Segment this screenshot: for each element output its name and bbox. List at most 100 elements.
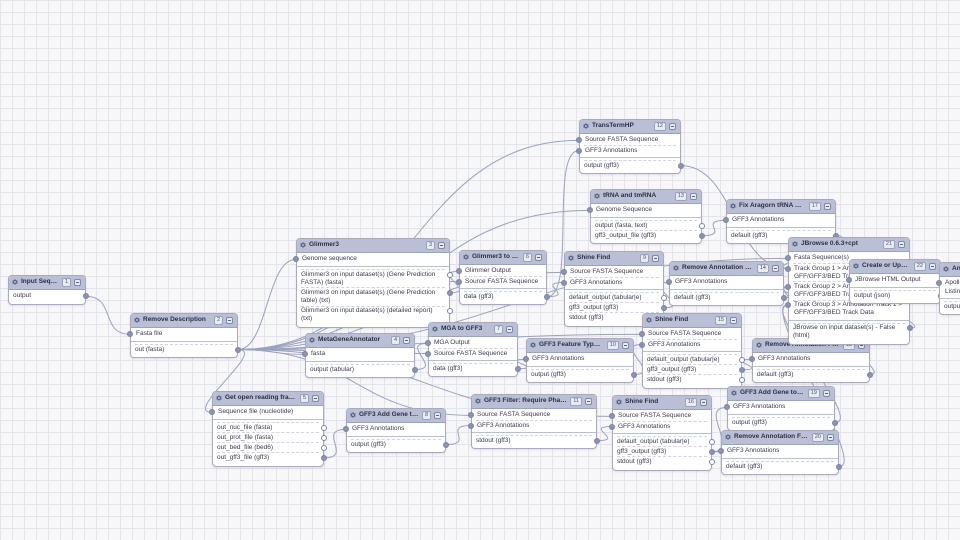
input-port[interactable] <box>209 409 215 415</box>
input-port[interactable] <box>785 302 791 308</box>
workflow-canvas[interactable]: Input Sequence1outputRemove Description2… <box>0 0 960 540</box>
node-header[interactable]: Shine Find15 <box>643 314 741 328</box>
workflow-node-shine_find_2[interactable]: Shine Find15Source FASTA SequenceGFF3 An… <box>642 313 742 389</box>
output-port[interactable] <box>321 435 327 441</box>
collapse-icon[interactable] <box>690 193 697 200</box>
connection[interactable] <box>324 429 346 458</box>
node-header[interactable]: Glimmer3 to GFF36 <box>460 251 546 265</box>
connection[interactable] <box>86 296 130 334</box>
output-port[interactable] <box>867 372 873 378</box>
output-port[interactable] <box>83 293 89 299</box>
input-port[interactable] <box>609 413 615 419</box>
workflow-node-remove_feat_1[interactable]: Remove Annotation Feature14GFF3 Annotati… <box>669 261 784 306</box>
input-port[interactable] <box>343 426 349 432</box>
connection[interactable] <box>238 350 305 355</box>
input-port[interactable] <box>302 351 308 357</box>
collapse-icon[interactable] <box>669 123 676 130</box>
node-header[interactable]: GFF3 Add Gene to CDS8 <box>347 409 445 423</box>
input-port[interactable] <box>936 280 942 286</box>
workflow-node-gff3_add_gene[interactable]: GFF3 Add Gene to CDS8GFF3 Annotationsout… <box>346 408 446 453</box>
input-port[interactable] <box>468 423 474 429</box>
output-port[interactable] <box>235 347 241 353</box>
workflow-node-orfs[interactable]: Get open reading frames (ORFs) or coding… <box>212 391 324 467</box>
node-header[interactable]: MGA to GFF37 <box>429 323 517 337</box>
output-port[interactable] <box>739 377 745 383</box>
connection[interactable] <box>238 259 296 349</box>
input-port[interactable] <box>785 284 791 290</box>
output-port[interactable] <box>832 420 838 426</box>
input-port[interactable] <box>456 279 462 285</box>
output-port[interactable] <box>709 449 715 455</box>
output-port[interactable] <box>661 305 667 311</box>
collapse-icon[interactable] <box>535 254 542 261</box>
output-port[interactable] <box>594 438 600 444</box>
node-header[interactable]: Annotate23 <box>940 263 960 277</box>
output-port[interactable] <box>544 294 550 300</box>
workflow-node-glimmer3[interactable]: Glimmer33Genome sequenceGlimmer3 on inpu… <box>296 238 450 328</box>
workflow-node-glimmer_to_gff3[interactable]: Glimmer3 to GFF36Glimmer OutputSource FA… <box>459 250 547 305</box>
input-port[interactable] <box>523 356 529 362</box>
workflow-node-shine_find_3[interactable]: Shine Find16Source FASTA SequenceGFF3 An… <box>612 395 712 471</box>
input-port[interactable] <box>718 448 724 454</box>
node-header[interactable]: tRNA and tmRNA13 <box>591 190 701 204</box>
output-port[interactable] <box>515 366 521 372</box>
output-port[interactable] <box>699 233 705 239</box>
input-port[interactable] <box>561 269 567 275</box>
node-header[interactable]: JBrowse 0.6.3+cpt21 <box>789 238 909 252</box>
connection[interactable] <box>446 426 471 445</box>
workflow-node-gff3_require_phage[interactable]: GFF3 Filter: Require Phage Start11Source… <box>471 394 597 449</box>
output-port[interactable] <box>447 272 453 278</box>
collapse-icon[interactable] <box>226 317 233 324</box>
input-port[interactable] <box>609 424 615 430</box>
input-port[interactable] <box>724 404 730 410</box>
output-port[interactable] <box>739 357 745 363</box>
output-port[interactable] <box>447 308 453 314</box>
workflow-node-mga_to_gff3[interactable]: MGA to GFF37MGA OutputSource FASTA Seque… <box>428 322 518 377</box>
collapse-icon[interactable] <box>772 265 779 272</box>
input-port[interactable] <box>468 412 474 418</box>
input-port[interactable] <box>561 280 567 286</box>
input-port[interactable] <box>425 340 431 346</box>
output-port[interactable] <box>321 455 327 461</box>
collapse-icon[interactable] <box>434 412 441 419</box>
workflow-node-meta_gene[interactable]: MetaGeneAnnotator4fastaoutput (tabular) <box>305 333 415 378</box>
output-port[interactable] <box>907 325 913 331</box>
connection[interactable] <box>702 220 726 235</box>
node-header[interactable]: GFF3 Feature Type Filter10 <box>527 339 633 353</box>
node-header[interactable]: Input Sequence1 <box>9 276 85 290</box>
output-port[interactable] <box>447 290 453 296</box>
input-port[interactable] <box>846 277 852 283</box>
workflow-node-annotate[interactable]: Annotate23Apollo Organism Listingoutput … <box>939 262 960 315</box>
input-port[interactable] <box>127 331 133 337</box>
node-header[interactable]: Get open reading frames (ORFs) or coding… <box>213 392 323 406</box>
output-port[interactable] <box>661 295 667 301</box>
node-header[interactable]: MetaGeneAnnotator4 <box>306 334 414 348</box>
collapse-icon[interactable] <box>585 398 592 405</box>
workflow-node-trna_trna[interactable]: tRNA and tmRNA13Genome Sequenceoutput (f… <box>590 189 702 244</box>
node-header[interactable]: Create or Update Organism22 <box>850 260 940 274</box>
collapse-icon[interactable] <box>823 390 830 397</box>
output-port[interactable] <box>781 295 787 301</box>
collapse-icon[interactable] <box>827 434 834 441</box>
input-port[interactable] <box>639 331 645 337</box>
workflow-node-create_org[interactable]: Create or Update Organism22JBrowse HTML … <box>849 259 941 304</box>
output-port[interactable] <box>443 442 449 448</box>
input-port[interactable] <box>576 137 582 143</box>
node-header[interactable]: Shine Find9 <box>565 252 663 266</box>
collapse-icon[interactable] <box>652 255 659 262</box>
input-port[interactable] <box>576 148 582 154</box>
collapse-icon[interactable] <box>312 395 319 402</box>
input-port[interactable] <box>666 279 672 285</box>
collapse-icon[interactable] <box>74 279 81 286</box>
output-port[interactable] <box>412 367 418 373</box>
workflow-node-gff3_add_gene2[interactable]: GFF3 Add Gene to CDS for display19GFF3 A… <box>727 386 835 431</box>
output-port[interactable] <box>321 445 327 451</box>
output-port[interactable] <box>836 464 842 470</box>
collapse-icon[interactable] <box>700 399 707 406</box>
output-port[interactable] <box>709 459 715 465</box>
node-header[interactable]: Remove Description2 <box>131 314 237 328</box>
input-port[interactable] <box>456 268 462 274</box>
node-header[interactable]: Shine Find16 <box>613 396 711 410</box>
node-header[interactable]: TransTermHP12 <box>580 120 680 134</box>
node-header[interactable]: Glimmer33 <box>297 239 449 253</box>
